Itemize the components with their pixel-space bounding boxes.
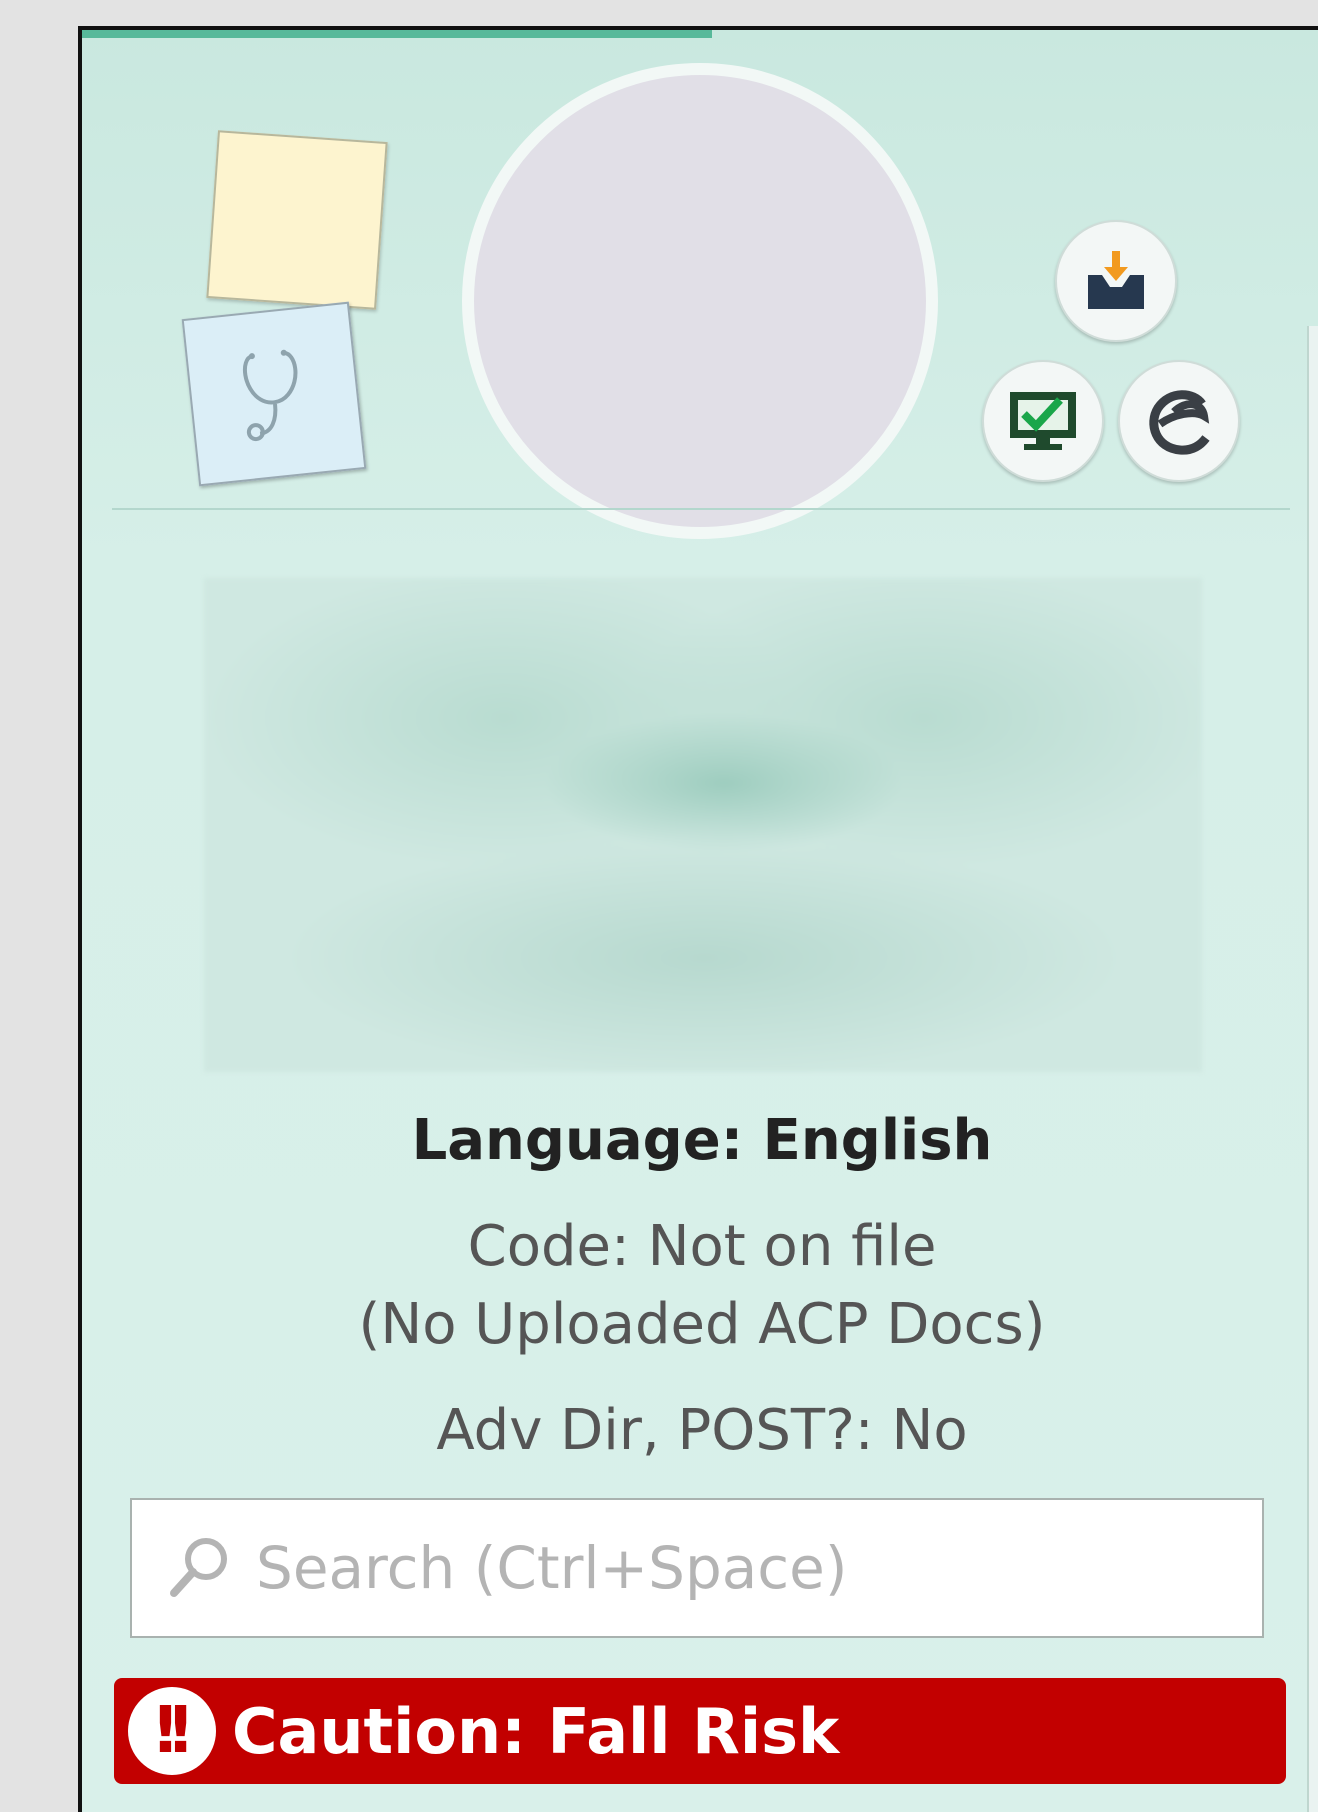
browser-e-icon (1149, 390, 1210, 455)
monitor-check-icon (1010, 392, 1076, 450)
care-team-card[interactable] (181, 301, 367, 487)
advance-directive-status[interactable]: Adv Dir, POST?: No (82, 1398, 1318, 1463)
header-divider (112, 508, 1290, 510)
stethoscope-icon (242, 349, 298, 442)
sticky-note-icon[interactable] (206, 130, 388, 310)
edge-button[interactable] (1118, 360, 1240, 482)
alert-text: Caution: Fall Risk (232, 1694, 840, 1768)
inbox-button[interactable] (1055, 220, 1177, 342)
acp-docs-status[interactable]: (No Uploaded ACP Docs) (82, 1292, 1318, 1357)
top-accent-bar (82, 30, 712, 38)
checklist-button[interactable] (982, 360, 1104, 482)
avatar[interactable] (462, 63, 938, 539)
adjacent-pane-edge (1307, 326, 1318, 1812)
inbox-download-icon (1088, 251, 1144, 309)
patient-language: Language: English (411, 1108, 993, 1173)
patient-name-redacted (204, 578, 1202, 1072)
search-input[interactable] (254, 1533, 1238, 1603)
code-status[interactable]: Code: Not on file (82, 1214, 1318, 1279)
alert-icon: !! (128, 1687, 216, 1775)
search-box[interactable] (130, 1498, 1264, 1638)
fall-risk-alert[interactable]: !! Caution: Fall Risk (114, 1678, 1286, 1784)
search-icon (170, 1538, 227, 1597)
patient-header-panel: Language: English Code: Not on file (No … (78, 26, 1318, 1812)
